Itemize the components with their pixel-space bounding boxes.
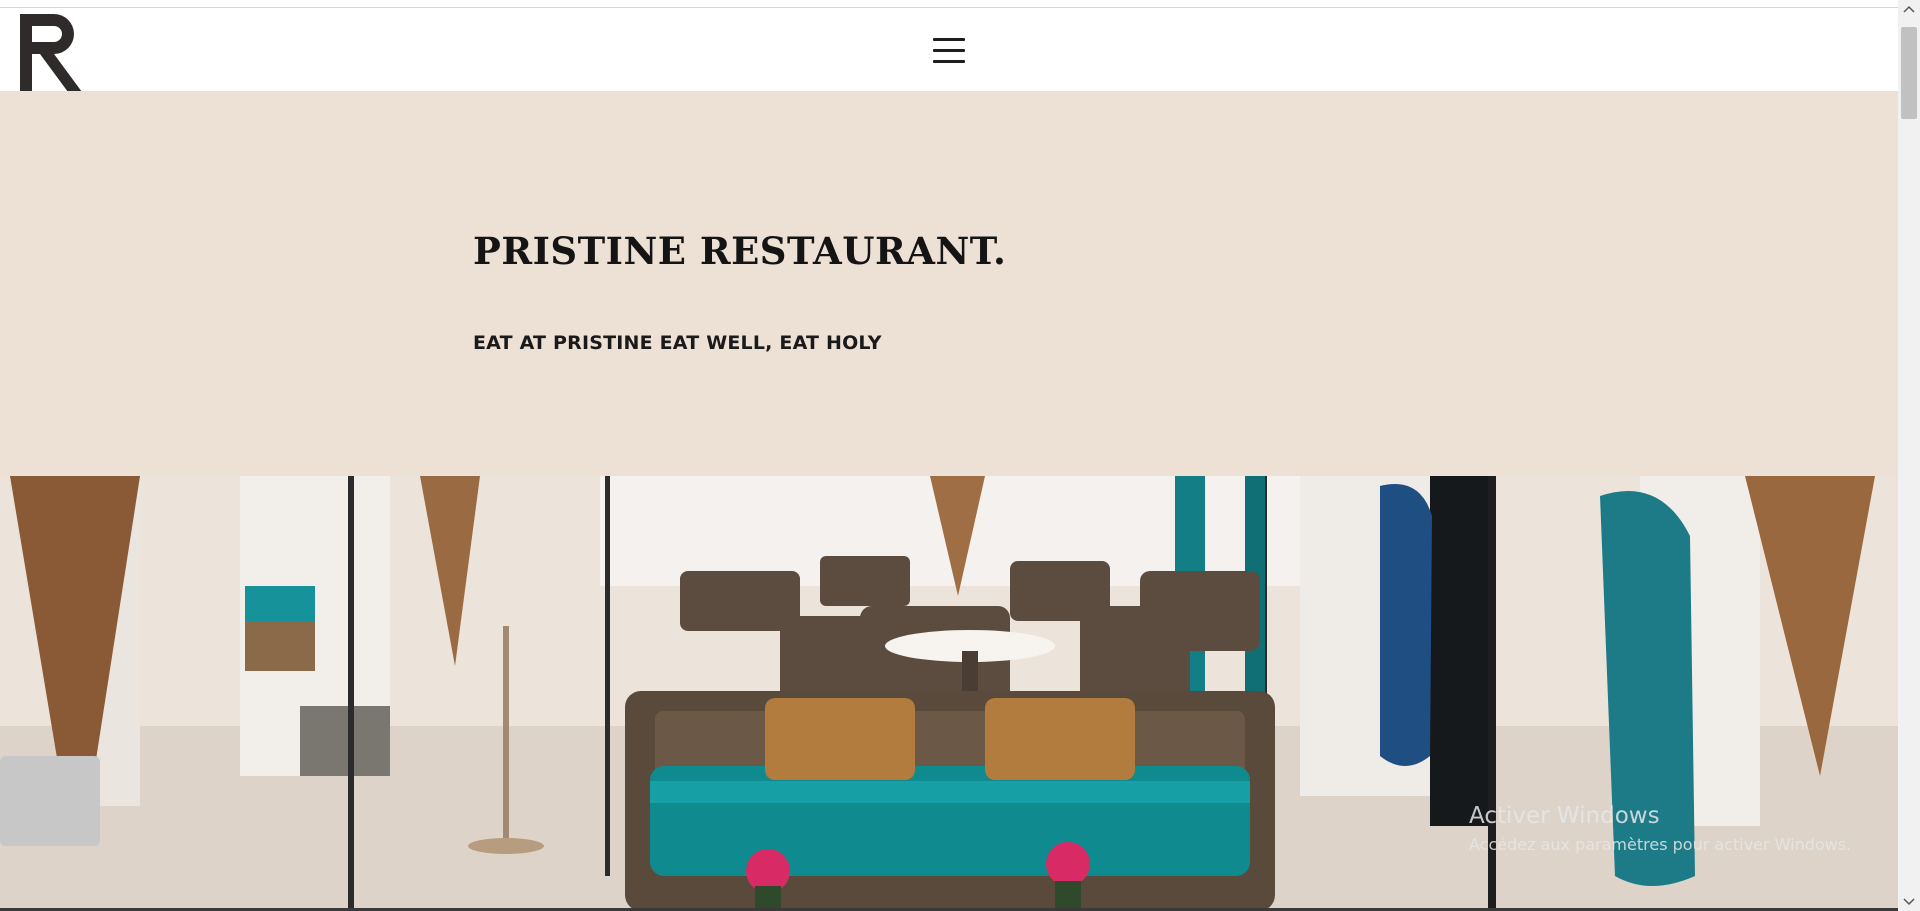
- scroll-up-arrow-icon[interactable]: [1898, 0, 1920, 20]
- browser-top-edge: [0, 0, 1898, 8]
- scrollbar-thumb[interactable]: [1901, 27, 1917, 119]
- hero-title: PRISTINE RESTAURANT.: [473, 229, 1007, 273]
- restaurant-interior-photo: [0, 476, 1898, 911]
- hamburger-menu-icon[interactable]: [933, 38, 965, 64]
- vertical-scrollbar[interactable]: [1898, 0, 1920, 911]
- pr-logo-icon[interactable]: [18, 12, 84, 92]
- navbar: [0, 8, 1898, 92]
- hero-section: PRISTINE RESTAURANT. EAT AT PRISTINE EAT…: [0, 91, 1898, 476]
- hero-subtitle: EAT AT PRISTINE EAT WELL, EAT HOLY: [473, 332, 882, 354]
- scroll-down-arrow-icon[interactable]: [1898, 891, 1920, 911]
